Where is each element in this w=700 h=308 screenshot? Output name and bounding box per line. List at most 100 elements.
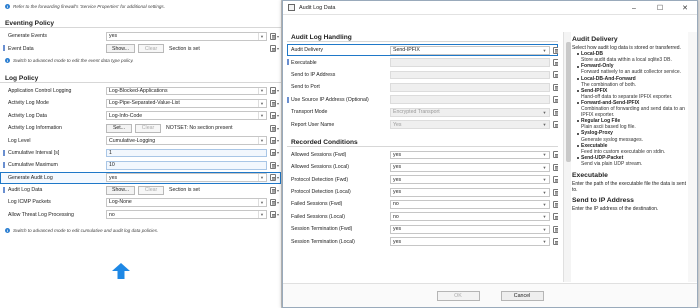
document-icon[interactable] — [553, 163, 558, 171]
recorded-select[interactable]: yes ▼ — [390, 187, 550, 197]
ok-button[interactable]: OK — [436, 290, 480, 301]
document-icon[interactable] — [270, 198, 276, 206]
chevron-down-icon: ▼ — [542, 214, 547, 220]
cumulative-interval-input[interactable]: 1 — [106, 148, 267, 158]
generate-events-select[interactable]: yes ▼ — [106, 31, 267, 41]
help-exec-text: Enter the path of the executable file th… — [572, 181, 686, 194]
audit-log-show-button[interactable]: Show... — [106, 185, 136, 195]
document-icon[interactable] — [553, 225, 558, 233]
document-icon[interactable] — [270, 99, 276, 107]
log-policy-select[interactable]: Log-Info-Code ▼ — [106, 111, 267, 121]
modified-marker — [3, 186, 5, 193]
chevron-down-icon[interactable]: ▾ — [277, 126, 279, 131]
section-title-handling: Audit Log Handling — [287, 32, 558, 42]
recorded-select[interactable]: no ▼ — [390, 212, 550, 222]
help-exec-title: Executable — [572, 171, 608, 179]
document-icon[interactable] — [553, 96, 558, 104]
recorded-select[interactable]: yes ▼ — [390, 150, 550, 160]
generate-audit-log-select[interactable]: yes ▼ — [106, 173, 267, 183]
log-level-select[interactable]: Cumulative-Logging ▼ — [106, 136, 267, 145]
log-policy-select[interactable]: Log-Blocked-Applications ▼ — [106, 86, 267, 96]
log-policy-select[interactable]: Log-Pipe-Separated-Value-List ▼ — [106, 98, 267, 108]
modified-marker — [287, 59, 289, 66]
audit-delivery-select[interactable]: Send-IPFIX ▼ — [390, 45, 550, 55]
chevron-down-icon: ▼ — [542, 122, 547, 128]
document-icon[interactable] — [270, 124, 276, 132]
chevron-down-icon[interactable]: ▾ — [277, 212, 279, 217]
document-icon[interactable] — [270, 137, 276, 145]
document-icon[interactable] — [553, 213, 558, 221]
chevron-down-icon[interactable]: ▾ — [277, 113, 279, 118]
chevron-down-icon[interactable]: ▾ — [277, 46, 279, 51]
document-icon[interactable] — [270, 32, 276, 40]
document-icon[interactable] — [553, 151, 558, 159]
recorded-select[interactable]: yes ▼ — [390, 237, 550, 247]
section-title-log-policy: Log Policy — [0, 71, 281, 83]
disabled-input — [390, 95, 550, 105]
chevron-down-icon: ▼ — [542, 152, 547, 158]
document-icon[interactable] — [553, 176, 558, 184]
row-generate-audit-log: Generate Audit Log yes ▼ ▾ — [0, 171, 281, 184]
section-title-recorded: Recorded Conditions — [287, 137, 558, 147]
event-data-show-button[interactable]: Show... — [106, 44, 136, 54]
chevron-down-icon[interactable]: ▾ — [277, 138, 279, 143]
help-option-desc: Combination of forwarding and send data … — [581, 106, 685, 119]
document-icon[interactable] — [553, 238, 558, 246]
maximize-button[interactable]: ☐ — [652, 1, 668, 15]
recorded-select[interactable]: yes ▼ — [390, 175, 550, 185]
document-icon[interactable] — [270, 186, 276, 194]
recorded-row: Session Termination (Local)yes▼▾ — [287, 235, 558, 247]
document-icon[interactable] — [553, 188, 558, 196]
cumulative-maximum-input[interactable]: 10 — [106, 160, 267, 170]
recorded-row: Failed Sessions (Fwd)no▼▾ — [287, 198, 558, 210]
disabled-input — [390, 70, 550, 80]
document-icon[interactable] — [553, 59, 558, 67]
dialog-form: Audit Log Handling Audit Delivery Send-IP… — [287, 32, 558, 282]
disabled-input — [390, 82, 550, 92]
cancel-button[interactable]: Cancel — [500, 290, 544, 301]
event-data-clear-button[interactable]: Clear — [138, 44, 165, 54]
chevron-down-icon[interactable]: ▾ — [277, 188, 279, 193]
chevron-down-icon[interactable]: ▾ — [277, 34, 279, 39]
chevron-down-icon[interactable]: ▾ — [277, 101, 279, 106]
document-icon[interactable] — [270, 45, 276, 53]
document-icon[interactable] — [553, 46, 558, 54]
document-icon[interactable] — [553, 108, 558, 116]
chevron-down-icon[interactable]: ▾ — [277, 163, 279, 168]
help-option-name: Forward-Only — [577, 63, 688, 69]
activity-log-set-button[interactable]: Set... — [106, 123, 132, 133]
audit-log-data-dialog: Audit Log Data – ☐ ✕ Audit Log Handling … — [282, 0, 698, 308]
handling-row: Report User NameYes▼▾ — [287, 118, 558, 130]
document-icon[interactable] — [270, 149, 276, 157]
recorded-select[interactable]: no ▼ — [390, 200, 550, 209]
chevron-down-icon[interactable]: ▾ — [277, 175, 279, 180]
document-icon[interactable] — [270, 174, 276, 182]
recorded-select[interactable]: yes ▼ — [390, 224, 550, 234]
audit-log-clear-button[interactable]: Clear — [138, 185, 165, 195]
help-option-name: Send-IPFIX — [577, 88, 688, 94]
document-icon[interactable] — [270, 87, 276, 95]
modified-marker — [3, 149, 5, 156]
document-icon[interactable] — [553, 200, 558, 208]
log-icmp-select[interactable]: Log-None ▼ — [106, 198, 267, 207]
dialog-footer: OK Cancel — [283, 283, 697, 307]
help-scrollbar[interactable] — [688, 32, 697, 282]
minimize-button[interactable]: – — [626, 1, 642, 15]
document-icon[interactable] — [553, 71, 558, 79]
document-icon[interactable] — [270, 211, 276, 219]
modified-marker — [287, 96, 289, 103]
close-button[interactable]: ✕ — [677, 1, 693, 15]
threat-log-select[interactable]: no ▼ — [106, 210, 267, 220]
recorded-row: Allowed Sessions (Local)yes▼▾ — [287, 161, 558, 173]
recorded-select[interactable]: yes ▼ — [390, 162, 550, 172]
document-icon[interactable] — [553, 121, 558, 129]
chevron-down-icon[interactable]: ▾ — [277, 88, 279, 93]
document-icon[interactable] — [270, 161, 276, 169]
chevron-down-icon[interactable]: ▾ — [277, 200, 279, 205]
activity-log-clear-button[interactable]: Clear — [135, 123, 161, 133]
chevron-down-icon[interactable]: ▾ — [277, 150, 279, 155]
document-icon[interactable] — [553, 83, 558, 91]
help-option-name: Local-DB-And-Forward — [577, 76, 688, 82]
row-activity-log-information: Activity Log Information Set... Clear NO… — [8, 123, 280, 133]
document-icon[interactable] — [270, 112, 276, 120]
